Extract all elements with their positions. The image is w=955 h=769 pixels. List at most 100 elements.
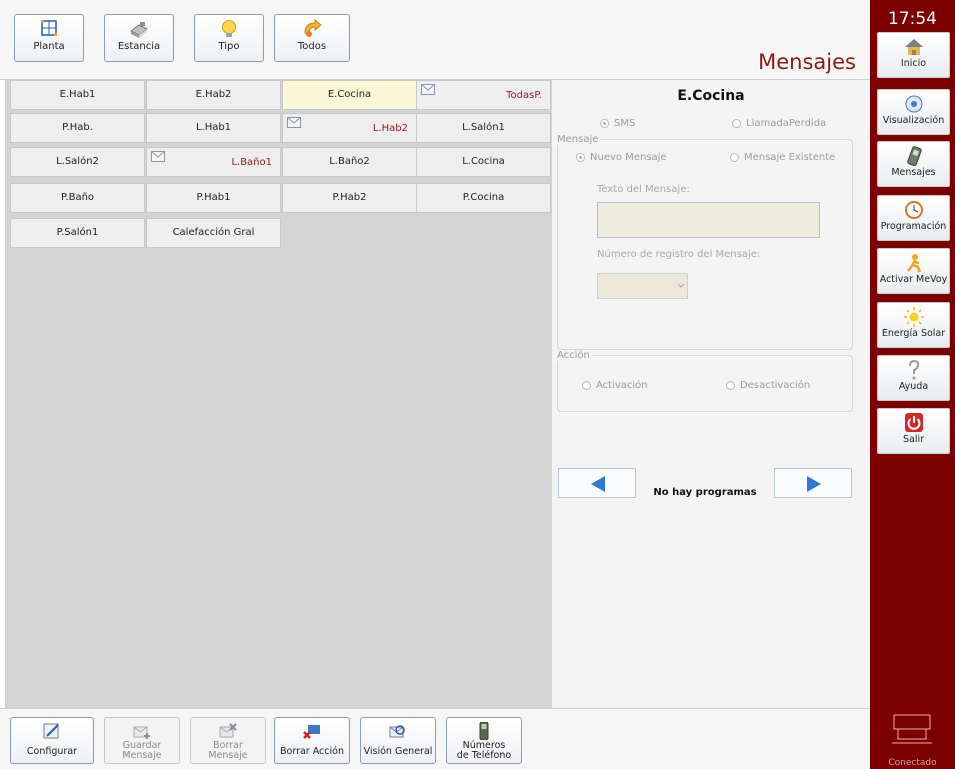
- grid-cell[interactable]: L.Baño2: [282, 147, 417, 177]
- sms-radio[interactable]: SMS: [600, 118, 635, 129]
- leaving-icon: [906, 254, 921, 273]
- all-devices-icon: [304, 19, 322, 37]
- home-icon: [904, 39, 923, 55]
- borrar-accion-button[interactable]: Borrar Acción: [274, 717, 350, 764]
- grid-cell-selected[interactable]: E.Cocina: [282, 80, 417, 110]
- sidebar-item-label: Salir: [902, 434, 925, 445]
- programs-status: No hay programas: [653, 487, 757, 498]
- grid-cell[interactable]: Calefacción Gral: [146, 218, 281, 248]
- guardar-mensaje-button[interactable]: Guardar Mensaje: [104, 717, 180, 764]
- overview-icon: [389, 725, 405, 738]
- cell-label: P.Hab2: [332, 192, 367, 203]
- cell-label: P.Hab.: [62, 122, 93, 133]
- sidebar-item-ayuda[interactable]: Ayuda: [877, 355, 950, 401]
- cell-label: L.Cocina: [462, 156, 505, 167]
- grid-cell[interactable]: TodasP.: [416, 80, 551, 110]
- grid-cell[interactable]: L.Hab2: [282, 113, 417, 143]
- estancia-button[interactable]: Estancia: [104, 14, 174, 62]
- register-number-select[interactable]: [597, 273, 688, 299]
- radio-dot: [726, 381, 735, 390]
- envelope-icon: [151, 151, 165, 162]
- envelope-icon: [287, 117, 301, 128]
- missed-call-radio[interactable]: LlamadaPerdida: [732, 118, 826, 129]
- grid-cell[interactable]: E.Hab1: [10, 80, 145, 110]
- sidebar-item-label: Ayuda: [898, 381, 929, 392]
- grid-cell[interactable]: P.Baño: [10, 183, 145, 213]
- panel-heading: E.Cocina: [677, 88, 745, 104]
- grid-cell[interactable]: L.Salón2: [10, 147, 145, 177]
- cell-label: L.Baño1: [231, 157, 272, 168]
- sidebar-item-programacion[interactable]: Programación: [877, 195, 950, 241]
- grid-cell[interactable]: P.Salón1: [10, 218, 145, 248]
- planta-label: Planta: [33, 41, 65, 52]
- planta-button[interactable]: Planta: [14, 14, 84, 62]
- todos-label: Todos: [297, 41, 327, 52]
- sidebar-item-mensajes[interactable]: Mensajes: [877, 141, 950, 187]
- deactivation-label: Desactivación: [740, 380, 811, 391]
- grid-cell[interactable]: L.Hab1: [146, 113, 281, 143]
- cell-label: Calefacción Gral: [172, 227, 255, 238]
- lightbulb-icon: [222, 20, 236, 37]
- radio-dot: [576, 153, 585, 162]
- grid-cell[interactable]: P.Hab.: [10, 113, 145, 143]
- clock-icon: [904, 201, 923, 219]
- vision-general-label: Visión General: [363, 746, 433, 757]
- grid-cell[interactable]: P.Hab2: [282, 183, 417, 213]
- sidebar-item-inicio[interactable]: Inicio: [877, 32, 950, 78]
- deactivation-radio[interactable]: Desactivación: [726, 380, 810, 391]
- grid-cell[interactable]: L.Salón1: [416, 113, 551, 143]
- borrar-mensaje-button[interactable]: Borrar Mensaje: [190, 717, 266, 764]
- new-message-label: Nuevo Mensaje: [590, 152, 667, 163]
- sidebar-item-salir[interactable]: Salir: [877, 408, 950, 454]
- visualization-icon: [905, 95, 922, 113]
- chevron-down-icon: [677, 283, 685, 288]
- todos-button[interactable]: Todos: [274, 14, 350, 62]
- new-message-radio[interactable]: Nuevo Mensaje: [576, 152, 667, 163]
- sidebar-item-visualizacion[interactable]: Visualización: [877, 89, 950, 135]
- register-number-label: Número de registro del Mensaje:: [597, 249, 761, 260]
- device-grid: E.Hab1 E.Hab2 E.Cocina TodasP. P.Hab. L.…: [5, 80, 552, 708]
- message-text-input[interactable]: [597, 202, 820, 238]
- previous-button[interactable]: [558, 468, 636, 498]
- grid-cell[interactable]: L.Baño1: [146, 147, 281, 177]
- save-message-icon: [133, 726, 150, 739]
- grid-cell[interactable]: E.Hab2: [146, 80, 281, 110]
- radio-dot: [600, 119, 609, 128]
- envelope-icon: [421, 84, 435, 95]
- brand-logo-icon: [892, 714, 932, 744]
- grid-cell[interactable]: P.Hab1: [146, 183, 281, 213]
- sidebar-item-activar-mevoy[interactable]: Activar MeVoy: [877, 248, 950, 294]
- cell-label: L.Baño2: [329, 156, 370, 167]
- cell-label: L.Salón2: [56, 156, 99, 167]
- grid-cell[interactable]: P.Cocina: [416, 183, 551, 213]
- cell-label: E.Cocina: [327, 89, 372, 100]
- activation-radio[interactable]: Activación: [582, 380, 648, 391]
- sidebar-item-label: Mensajes: [891, 167, 936, 178]
- cell-label: L.Salón1: [462, 122, 505, 133]
- grid-cell[interactable]: L.Cocina: [416, 147, 551, 177]
- sidebar-item-label: Visualización: [882, 115, 945, 126]
- sidebar: 17:54 Inicio Visualización Mensajes Prog…: [870, 0, 955, 769]
- phone-icon: [479, 722, 489, 740]
- arrow-right-icon: [807, 476, 821, 492]
- delete-action-icon: [303, 725, 320, 739]
- configurar-button[interactable]: Configurar: [10, 717, 94, 764]
- message-text-label: Texto del Mensaje:: [597, 184, 690, 195]
- existing-message-radio[interactable]: Mensaje Existente: [730, 152, 835, 163]
- phone-icon: [906, 146, 922, 166]
- vision-general-button[interactable]: Visión General: [360, 717, 436, 764]
- sidebar-item-energia-solar[interactable]: Energía Solar: [877, 302, 950, 348]
- numeros-telefono-button[interactable]: Números de Teléfono: [446, 717, 522, 764]
- cell-label: TodasP.: [506, 90, 542, 101]
- configure-icon: [43, 723, 59, 739]
- next-button[interactable]: [774, 468, 852, 498]
- sms-label: SMS: [614, 118, 636, 129]
- missed-call-label: LlamadaPerdida: [746, 118, 827, 129]
- guardar-mensaje-label: Guardar Mensaje: [122, 740, 162, 761]
- sidebar-item-label: Programación: [880, 221, 947, 232]
- tipo-button[interactable]: Tipo: [194, 14, 264, 62]
- delete-message-icon: [219, 723, 237, 738]
- cell-label: P.Baño: [60, 192, 95, 203]
- configurar-label: Configurar: [26, 746, 78, 757]
- activation-label: Activación: [596, 380, 648, 391]
